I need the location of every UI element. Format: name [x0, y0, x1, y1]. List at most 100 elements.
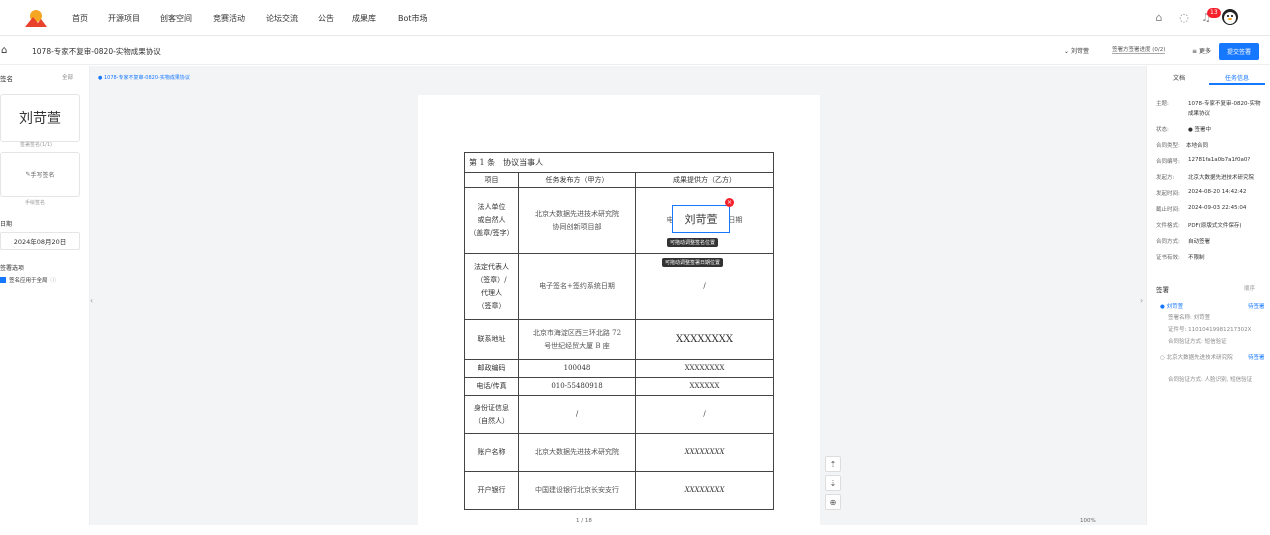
table-row: 邮政编码 100048 XXXXXXXX — [464, 359, 774, 378]
graduation-icon[interactable]: ⌂ — [1152, 10, 1166, 24]
info-key: 主题: — [1156, 101, 1169, 107]
info-icon: ⓘ — [50, 278, 57, 284]
info-key: 合同方式: — [1156, 239, 1180, 245]
table-row: 联系地址 北京市海淀区西三环北路 72 号世纪经贸大厦 B 座 XXXXXXXX — [464, 319, 774, 360]
info-key: 证书有效: — [1156, 255, 1180, 261]
left-signature-panel: 签名 全部 刘苛萱 签署签名(1/1) ✎ 手写签名 手绘签名 日期 2024年… — [0, 66, 90, 525]
nav-competition[interactable]: 竞赛活动 — [213, 13, 245, 24]
info-value: 不限制 — [1188, 255, 1205, 261]
row-label: 邮政编码 — [464, 359, 519, 378]
info-value: 本地合同 — [1186, 143, 1209, 149]
row-label: 电话/传真 — [464, 377, 519, 396]
signer-select-label: 刘苛萱 — [1070, 48, 1089, 55]
cell-party-b: XXXXXXXX — [635, 471, 774, 510]
col-header-party-a: 任务发布方（甲方） — [518, 172, 636, 188]
table-row: 电话/传真 010-55480918 XXXXXX — [464, 377, 774, 396]
col-header-party-b: 成果提供方（乙方） — [635, 172, 774, 188]
info-value: 2024-08-20 14:42:42 — [1188, 189, 1247, 195]
info-value: 12781fa1a0b7a1f0a0? — [1188, 157, 1251, 163]
help-icon[interactable]: ◌ — [1177, 10, 1191, 24]
logo-icon[interactable] — [24, 7, 48, 29]
signer-2-name: ○ 北京大数据先进技术研究院 — [1160, 355, 1233, 361]
row-label: 账户名称 — [464, 433, 519, 472]
signer-1-name: ● 刘苛萱 — [1160, 304, 1184, 310]
collapse-left-icon[interactable]: ‹ — [90, 296, 93, 305]
notification-badge: 13 — [1207, 8, 1221, 18]
signer-2-status[interactable]: 待签署 — [1248, 353, 1265, 361]
signature-title: 签名 — [0, 75, 13, 83]
info-key: 合同类型: — [1156, 143, 1180, 149]
document-viewer: ● 1078-专家不复审-0820-实物成果协议 ‹ › 第 1 条 协议当事人… — [90, 66, 1146, 535]
info-value: 1078-专家不复审-0820-实物 — [1188, 101, 1261, 107]
info-value: 自动签署 — [1188, 239, 1211, 245]
filter-all[interactable]: 全部 — [62, 73, 73, 81]
more-label: 更多 — [1198, 48, 1211, 55]
signer-1-status[interactable]: 待签署 — [1248, 302, 1265, 310]
tab-document[interactable]: 文档 — [1173, 73, 1185, 82]
sign-progress: 签署方签署进度 (0/2) — [1112, 47, 1166, 54]
cell-party-a: 中国建设银行北京长安支行 — [518, 471, 636, 510]
zoom-level[interactable]: 100% — [1080, 518, 1096, 524]
nav-announcement[interactable]: 公告 — [318, 13, 334, 24]
document-toolbar: ⌂ 1078-专家不复审-0820-实物成果协议 ⌄ 刘苛萱 签署方签署进度 (… — [0, 37, 1270, 65]
menu-icon: ≡ — [1192, 48, 1199, 55]
avatar[interactable] — [1222, 9, 1238, 25]
signer-select[interactable]: ⌄ 刘苛萱 — [1064, 46, 1089, 55]
row-label: 身份证信息 （自然人） — [464, 395, 519, 434]
task-info-panel: 文档 任务信息 — [1146, 66, 1270, 525]
signature-text: 刘苛萱 — [19, 111, 61, 127]
info-key: 状态: — [1156, 127, 1169, 133]
tab-task-info[interactable]: 任务信息 — [1225, 73, 1249, 82]
document-page: 第 1 条 协议当事人 项目 任务发布方（甲方） 成果提供方（乙方） 法人单位或… — [418, 95, 820, 535]
signer-1-detail: 证件号: 11010419981217302X — [1168, 327, 1252, 333]
cell-party-a: 010-55480918 — [518, 377, 636, 396]
nav-open-source[interactable]: 开源项目 — [108, 13, 140, 24]
nav-home[interactable]: 首页 — [72, 13, 88, 24]
page-indicator: 1 / 18 — [576, 518, 592, 524]
handwrite-label: 手写签名 — [30, 172, 55, 179]
cell-party-a: 北京大数据先进技术研究院 — [518, 433, 636, 472]
collapse-right-icon[interactable]: › — [1140, 296, 1143, 305]
signer-1-detail: 合同验证方式: 短信验证 — [1168, 339, 1227, 345]
row-label: 法定代表人 （签章）/代理人 （签章） — [464, 253, 519, 320]
info-key: 发起时间: — [1156, 191, 1180, 197]
info-key: 发起方: — [1156, 175, 1175, 181]
scroll-top-icon[interactable]: ⇡ — [825, 456, 841, 472]
handwrite-hint: 手绘签名 — [25, 200, 46, 206]
nav-forum[interactable]: 论坛交流 — [266, 13, 298, 24]
more-menu[interactable]: ≡ 更多 — [1192, 46, 1211, 55]
cell-party-a: 电子签名+签约系统日期 — [518, 253, 636, 320]
cell-party-b: XXXXXXXX — [635, 359, 774, 378]
order-toggle[interactable]: 顺序 — [1244, 284, 1255, 292]
nav-bot-market[interactable]: Bot市场 — [398, 13, 428, 24]
info-value: PDF(原版式文件保存) — [1188, 223, 1242, 229]
active-tab-indicator — [1209, 83, 1265, 85]
signature-placeholder[interactable]: 刘苛萱 — [672, 205, 730, 233]
apply-global-checkbox[interactable]: 签名应用于全局 ⓘ — [0, 276, 56, 284]
signer-1-detail: 签署名称: 刘苛萱 — [1168, 315, 1211, 321]
nav-achievements[interactable]: 成果库 — [352, 13, 376, 24]
cell-party-b: XXXXXX — [635, 377, 774, 396]
signature-card[interactable]: 刘苛萱 — [0, 94, 80, 142]
nav-maker-space[interactable]: 创客空间 — [160, 13, 192, 24]
drag-date-tooltip: 可拖动调整签署日期位置 — [662, 258, 724, 267]
chevron-down-icon: ⌄ — [1064, 48, 1071, 55]
submit-sign-button[interactable]: 提交签署 — [1219, 43, 1259, 60]
breadcrumb[interactable]: ● 1078-专家不复审-0820-实物成果协议 — [98, 74, 190, 81]
table-row: 账户名称 北京大数据先进技术研究院 XXXXXXXX — [464, 433, 774, 472]
handwrite-button[interactable]: ✎ 手写签名 — [0, 152, 80, 197]
download-icon[interactable]: ⇣ — [825, 475, 841, 491]
signer-2-detail: 合同验证方式: 人脸识别, 短信验证 — [1168, 377, 1253, 383]
cell-party-b: XXXXXXXX — [635, 319, 774, 360]
top-navbar: 首页 开源项目 创客空间 竞赛活动 论坛交流 公告 成果库 Bot市场 ⌂ ◌ … — [0, 0, 1270, 36]
home-icon[interactable]: ⌂ — [1, 45, 7, 56]
locate-icon[interactable]: ⊕ — [825, 494, 841, 510]
row-label: 联系地址 — [464, 319, 519, 360]
info-value: 北京大数据先进技术研究院 — [1188, 175, 1255, 181]
close-icon[interactable]: × — [725, 198, 734, 207]
breadcrumb-label: 1078-专家不复审-0820-实物成果协议 — [103, 75, 190, 81]
date-stamp[interactable]: 2024年08月20日 — [0, 232, 80, 250]
clause-heading: 第 1 条 协议当事人 — [464, 152, 774, 173]
checkbox-icon — [0, 277, 6, 283]
info-value: 成果协议 — [1188, 111, 1211, 117]
